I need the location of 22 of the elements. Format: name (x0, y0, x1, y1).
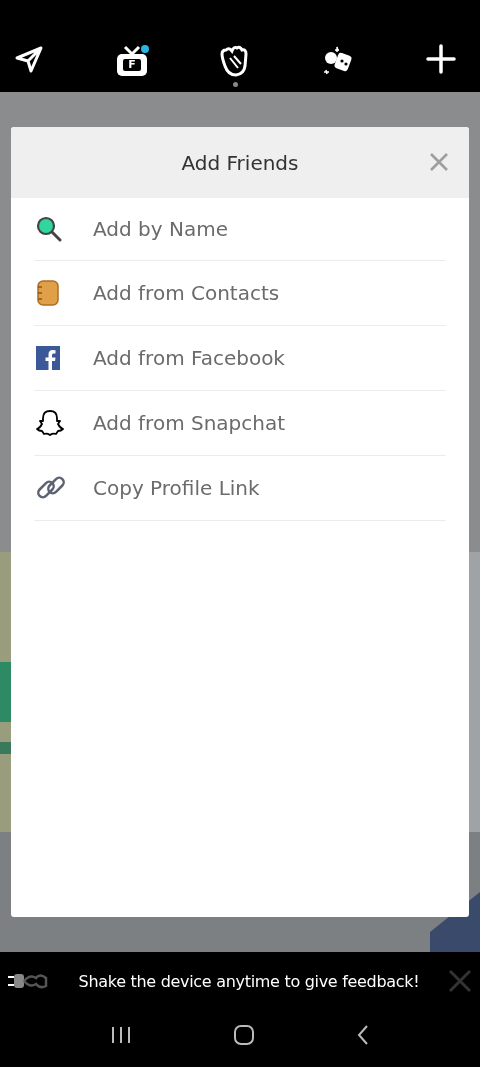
dialog-title: Add Friends (181, 150, 299, 175)
home-button[interactable] (233, 1023, 255, 1046)
address-book-icon (36, 280, 60, 306)
recent-apps-icon (110, 1024, 133, 1045)
nav-tab[interactable]: F (113, 38, 151, 90)
facebook-icon (36, 346, 60, 370)
home-icon (233, 1023, 255, 1046)
toast-message: Shake the device anytime to give feedback! (77, 971, 421, 991)
recent-apps-button[interactable] (110, 1024, 133, 1045)
menu-item[interactable]: Add from Facebook (34, 326, 446, 391)
menu-item[interactable]: Add from Snapchat (34, 391, 446, 456)
menu-item[interactable]: Add by Name (34, 198, 446, 261)
back-button[interactable] (355, 1023, 370, 1046)
close-icon (448, 969, 472, 993)
close-icon (429, 152, 449, 172)
back-icon (355, 1023, 370, 1046)
ghost-icon (36, 409, 64, 437)
menu-item[interactable]: Add from Contacts (34, 261, 446, 326)
send-icon (14, 44, 44, 74)
search-icon (36, 216, 62, 242)
menu-item[interactable]: Copy Profile Link (34, 456, 446, 521)
plus-icon (426, 44, 456, 74)
